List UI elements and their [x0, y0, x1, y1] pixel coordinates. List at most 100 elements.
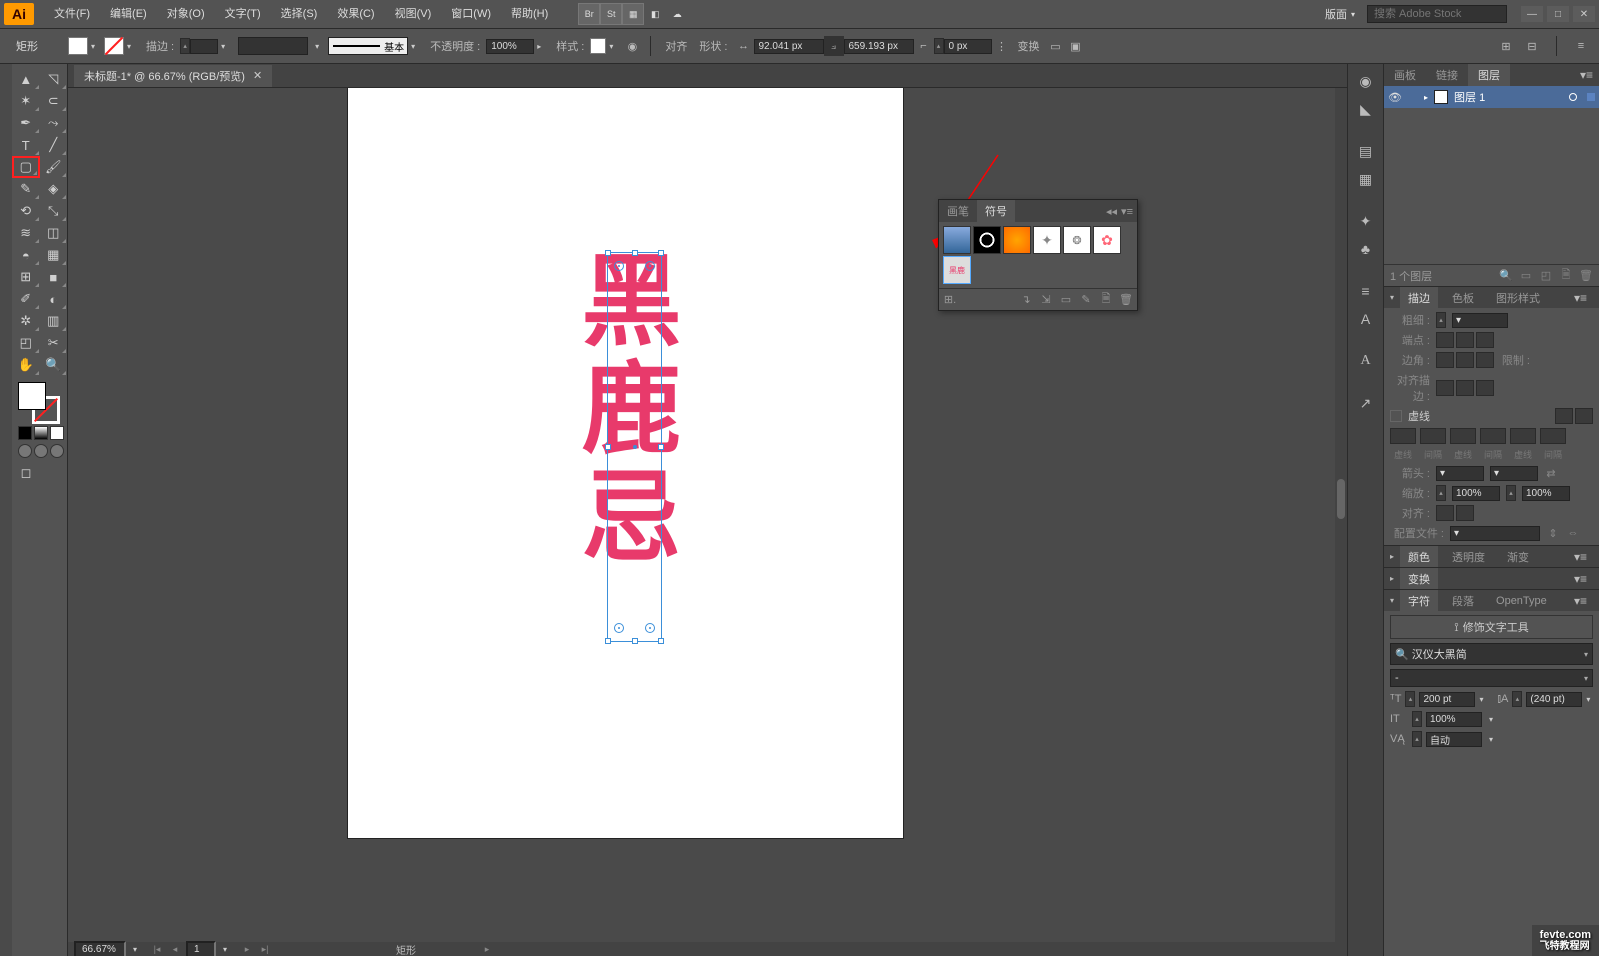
visibility-icon[interactable]: 👁: [1388, 91, 1402, 104]
character-icon[interactable]: A: [1355, 308, 1377, 330]
fill-proxy[interactable]: [18, 382, 46, 410]
vertical-scrollbar[interactable]: [1335, 88, 1347, 956]
kerning-dropdown[interactable]: ▾: [1486, 735, 1496, 744]
edit-symbol-icon[interactable]: ✎: [1079, 293, 1093, 307]
symbol-sprayer-tool[interactable]: ✲: [12, 310, 40, 332]
font-size-input[interactable]: [1419, 692, 1475, 707]
artboard-number[interactable]: [186, 941, 216, 956]
arrow-align1[interactable]: [1436, 505, 1454, 521]
menu-type[interactable]: 文字(T): [215, 0, 271, 28]
layers-tab[interactable]: 图层: [1468, 64, 1510, 86]
transform-disclosure-icon[interactable]: ▸: [1390, 574, 1394, 583]
shaper-tool[interactable]: ✎: [12, 178, 40, 200]
align-inside[interactable]: [1456, 380, 1474, 396]
opacity-input[interactable]: [486, 39, 534, 54]
character-tab[interactable]: 字符: [1400, 590, 1438, 612]
edit-contents-icon[interactable]: ▣: [1066, 36, 1086, 56]
panel-collapse-icon[interactable]: ◂◂: [1106, 205, 1117, 218]
fill-dropdown[interactable]: ▾: [88, 42, 98, 51]
gap1[interactable]: [1420, 428, 1446, 444]
artboards-tab[interactable]: 画板: [1384, 64, 1426, 86]
brush-dropdown[interactable]: ▾: [408, 42, 418, 51]
close-tab-icon[interactable]: ✕: [253, 69, 262, 82]
profile-dropdown[interactable]: ▾: [1450, 526, 1540, 541]
symbols2-icon[interactable]: ♣: [1355, 238, 1377, 260]
window-close[interactable]: ✕: [1573, 6, 1595, 22]
brushes-icon[interactable]: ▦: [1355, 168, 1377, 190]
symbol-item[interactable]: ✦: [1033, 226, 1061, 254]
corner-radius-input[interactable]: [944, 39, 992, 54]
layers-menu-icon[interactable]: ▾≡: [1580, 68, 1599, 82]
artboard-tool[interactable]: ◰: [12, 332, 40, 354]
color-tab[interactable]: 颜色: [1400, 546, 1438, 568]
draw-inside-icon[interactable]: [50, 444, 64, 458]
leading-stepper[interactable]: ▴: [1512, 691, 1522, 707]
blend-tool[interactable]: ◐: [40, 288, 68, 310]
document-tab[interactable]: 未标题-1* @ 66.67% (RGB/预览) ✕: [74, 65, 272, 87]
flip-along-icon[interactable]: ⇔: [1566, 526, 1580, 540]
symbol-options-icon[interactable]: ▭: [1059, 293, 1073, 307]
export-icon[interactable]: ↗: [1355, 392, 1377, 414]
symbol-libraries-icon[interactable]: ⊞.: [943, 293, 957, 307]
gradient-mode-icon[interactable]: [34, 426, 48, 440]
menu-file[interactable]: 文件(F): [44, 0, 100, 28]
window-minimize[interactable]: —: [1521, 6, 1543, 22]
char-disclosure-icon[interactable]: ▾: [1390, 596, 1394, 605]
menu-help[interactable]: 帮助(H): [501, 0, 558, 28]
flip-across-icon[interactable]: ⇕: [1546, 526, 1560, 540]
swatches-tab[interactable]: 色板: [1444, 287, 1482, 309]
menu-view[interactable]: 视图(V): [385, 0, 442, 28]
char-menu-icon[interactable]: ▾≡: [1574, 594, 1593, 608]
panel-close-icon[interactable]: ▾≡: [1121, 205, 1133, 218]
stroke-disclosure-icon[interactable]: ▾: [1390, 293, 1394, 302]
first-artboard-icon[interactable]: |◂: [150, 943, 164, 955]
var-width-profile[interactable]: [238, 37, 308, 55]
cap-round[interactable]: [1456, 332, 1474, 348]
color-menu-icon[interactable]: ▾≡: [1574, 550, 1593, 564]
dash-preserve[interactable]: [1555, 408, 1573, 424]
status-play-icon[interactable]: ▸: [480, 943, 494, 955]
transform-label[interactable]: 变换: [1018, 38, 1040, 54]
prev-artboard-icon[interactable]: ◂: [168, 943, 182, 955]
stroke-swatch[interactable]: [104, 37, 124, 55]
weight-dropdown[interactable]: ▾: [1452, 313, 1508, 328]
corner-type-icon[interactable]: ⌐: [914, 36, 934, 56]
stroke-icon[interactable]: ≡: [1355, 280, 1377, 302]
panel-menu-icon[interactable]: ≡: [1571, 36, 1591, 56]
magic-wand-tool[interactable]: ✶: [12, 90, 40, 112]
last-artboard-icon[interactable]: ▸|: [258, 943, 272, 955]
swatches-icon[interactable]: ▤: [1355, 140, 1377, 162]
align-outside[interactable]: [1476, 380, 1494, 396]
place-symbol-icon[interactable]: ↴: [1019, 293, 1033, 307]
layer-name[interactable]: 图层 1: [1454, 89, 1485, 105]
font-family-dropdown[interactable]: 🔍 汉仪大黑简▾: [1390, 643, 1593, 665]
align-center[interactable]: [1436, 380, 1454, 396]
gap2[interactable]: [1480, 428, 1506, 444]
corner-link-icon[interactable]: ⋮: [992, 36, 1012, 56]
menu-object[interactable]: 对象(O): [157, 0, 215, 28]
dash3[interactable]: [1510, 428, 1536, 444]
brush-definition[interactable]: 基本: [328, 37, 408, 55]
shape-builder-tool[interactable]: ◓: [12, 244, 40, 266]
make-clip-icon[interactable]: ▭: [1519, 269, 1533, 283]
corner-stepper[interactable]: ▴: [934, 38, 944, 54]
isolate-icon[interactable]: ▭: [1046, 36, 1066, 56]
menu-window[interactable]: 窗口(W): [441, 0, 501, 28]
slice-tool[interactable]: ✂: [40, 332, 68, 354]
menu-select[interactable]: 选择(S): [271, 0, 328, 28]
layout-dropdown[interactable]: 版面 ▾: [1325, 6, 1355, 22]
arrow-scale1-input[interactable]: 100%: [1452, 486, 1500, 501]
brushes-tab[interactable]: 画笔: [939, 200, 977, 222]
color-guide-icon[interactable]: ◣: [1355, 98, 1377, 120]
size-stepper[interactable]: ▴: [1405, 691, 1415, 707]
color-mode-icon[interactable]: [18, 426, 32, 440]
scale-tool[interactable]: ⤡: [40, 200, 68, 222]
new-sublayer-icon[interactable]: ◰: [1539, 269, 1553, 283]
arrow-align2[interactable]: [1456, 505, 1474, 521]
paragraph-tab[interactable]: 段落: [1444, 590, 1482, 612]
stock-icon[interactable]: St: [600, 3, 622, 25]
graph-tool[interactable]: ▥: [40, 310, 68, 332]
font-size-dropdown[interactable]: ▾: [1479, 695, 1483, 704]
artboard-dropdown[interactable]: ▾: [220, 945, 230, 954]
link-wh-icon[interactable]: ⟓: [824, 36, 844, 56]
